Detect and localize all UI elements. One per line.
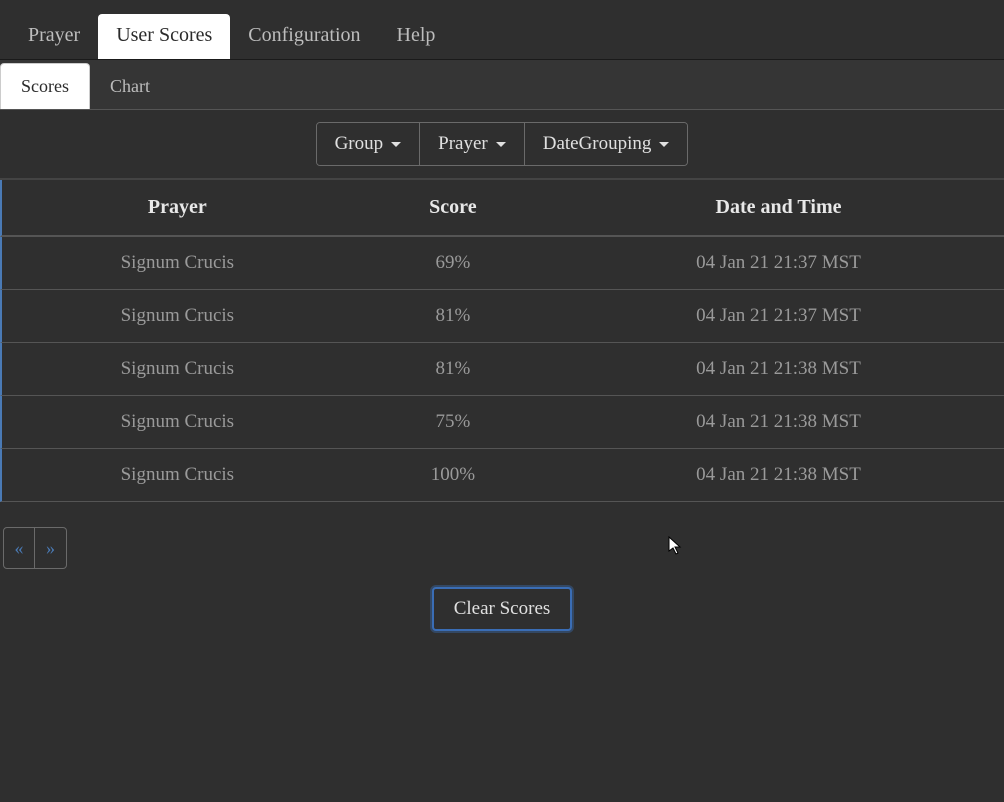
cell-datetime: 04 Jan 21 21:38 MST (553, 411, 1004, 433)
tab-help[interactable]: Help (379, 14, 454, 59)
cell-score: 81% (353, 305, 553, 327)
pagination: « » (3, 527, 1004, 569)
filter-group-label: Group (335, 133, 384, 155)
sub-tabs: Scores Chart (0, 60, 1004, 110)
table-row: Signum Crucis 81% 04 Jan 21 21:38 MST (0, 343, 1004, 396)
cell-score: 69% (353, 252, 553, 274)
table-header: Prayer Score Date and Time (0, 180, 1004, 237)
caret-down-icon (391, 142, 401, 147)
column-header-prayer[interactable]: Prayer (2, 196, 353, 219)
cell-datetime: 04 Jan 21 21:38 MST (553, 464, 1004, 486)
cell-prayer: Signum Crucis (2, 358, 353, 380)
tab-chart[interactable]: Chart (90, 64, 170, 109)
cell-prayer: Signum Crucis (2, 464, 353, 486)
cell-score: 100% (353, 464, 553, 486)
tab-user-scores[interactable]: User Scores (98, 14, 230, 59)
table-row: Signum Crucis 75% 04 Jan 21 21:38 MST (0, 396, 1004, 449)
clear-scores-button[interactable]: Clear Scores (432, 587, 573, 631)
page-prev-button[interactable]: « (3, 527, 35, 569)
cell-datetime: 04 Jan 21 21:37 MST (553, 305, 1004, 327)
cell-prayer: Signum Crucis (2, 411, 353, 433)
cell-datetime: 04 Jan 21 21:38 MST (553, 358, 1004, 380)
filter-dategrouping-dropdown[interactable]: DateGrouping (525, 123, 688, 165)
filter-group-dropdown[interactable]: Group (317, 123, 421, 165)
filters-row: Group Prayer DateGrouping (0, 110, 1004, 178)
page-next-button[interactable]: » (35, 527, 67, 569)
clear-scores-wrap: Clear Scores (0, 587, 1004, 631)
tab-configuration[interactable]: Configuration (230, 14, 378, 59)
column-header-score[interactable]: Score (353, 196, 553, 219)
filter-dategrouping-label: DateGrouping (543, 133, 652, 155)
tab-prayer[interactable]: Prayer (10, 14, 98, 59)
filter-prayer-label: Prayer (438, 133, 488, 155)
caret-down-icon (659, 142, 669, 147)
table-row: Signum Crucis 69% 04 Jan 21 21:37 MST (0, 237, 1004, 290)
scores-table: Prayer Score Date and Time Signum Crucis… (0, 178, 1004, 502)
cell-datetime: 04 Jan 21 21:37 MST (553, 252, 1004, 274)
caret-down-icon (496, 142, 506, 147)
tab-scores[interactable]: Scores (0, 63, 90, 109)
cell-prayer: Signum Crucis (2, 305, 353, 327)
cell-prayer: Signum Crucis (2, 252, 353, 274)
filter-prayer-dropdown[interactable]: Prayer (420, 123, 525, 165)
cell-score: 75% (353, 411, 553, 433)
main-tabs: Prayer User Scores Configuration Help (0, 0, 1004, 60)
filter-group: Group Prayer DateGrouping (316, 122, 689, 166)
table-row: Signum Crucis 81% 04 Jan 21 21:37 MST (0, 290, 1004, 343)
cell-score: 81% (353, 358, 553, 380)
table-row: Signum Crucis 100% 04 Jan 21 21:38 MST (0, 449, 1004, 502)
column-header-datetime[interactable]: Date and Time (553, 196, 1004, 219)
